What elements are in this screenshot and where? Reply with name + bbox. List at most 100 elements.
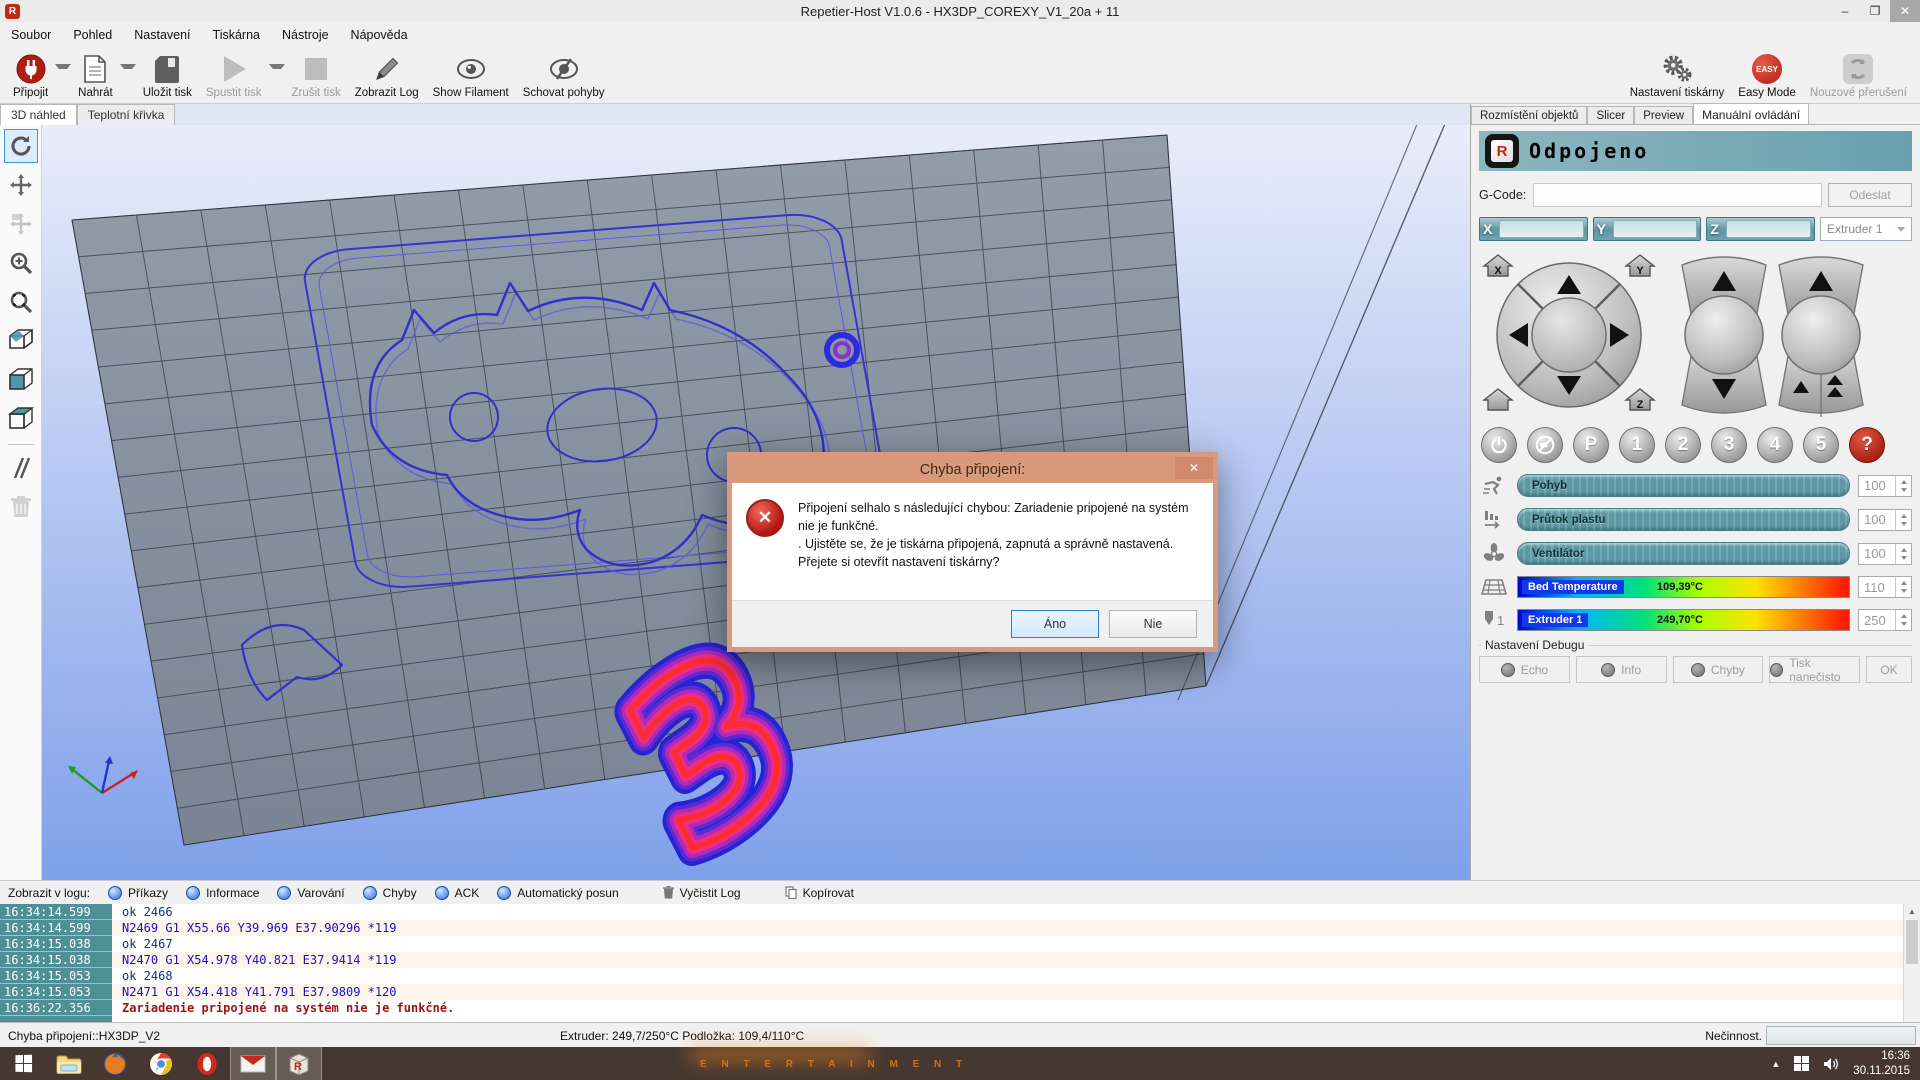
isometric-view-button[interactable] xyxy=(4,324,38,358)
load-button[interactable]: Nahrát xyxy=(71,47,120,103)
move-object-button[interactable] xyxy=(4,207,38,241)
filter-errors[interactable]: Chyby xyxy=(363,886,417,900)
connect-dropdown-caret[interactable] xyxy=(55,64,71,69)
clear-log-button[interactable]: Vyčistit Log xyxy=(663,886,741,900)
flow-slider[interactable]: Průtok plastu xyxy=(1517,508,1850,531)
scroll-up-icon[interactable]: ▲ xyxy=(1904,904,1920,919)
home-z-button[interactable]: Z xyxy=(1626,389,1654,411)
printer-settings-button[interactable]: Nastavení tiskárny xyxy=(1623,47,1732,103)
home-all-button[interactable] xyxy=(1484,389,1512,410)
tab-preview[interactable]: Preview xyxy=(1634,106,1693,124)
spin-down-icon[interactable] xyxy=(1901,589,1907,593)
tab-slicer[interactable]: Slicer xyxy=(1587,106,1634,124)
spin-down-icon[interactable] xyxy=(1901,488,1907,492)
filter-information[interactable]: Informace xyxy=(186,886,259,900)
speed-slider[interactable]: Pohyb xyxy=(1517,474,1850,497)
xy-jog-pad[interactable] xyxy=(1497,263,1641,407)
spin-up-icon[interactable] xyxy=(1901,548,1907,552)
debug-info-button[interactable]: Info xyxy=(1576,656,1667,683)
dialog-no-button[interactable]: Nie xyxy=(1109,610,1197,638)
show-filament-button[interactable]: Show Filament xyxy=(426,47,516,103)
y-position-bar[interactable]: Y xyxy=(1593,217,1702,241)
tab-3d-preview[interactable]: 3D náhled xyxy=(0,104,77,125)
power-button[interactable] xyxy=(1481,427,1517,463)
fan-spinner[interactable]: 100 xyxy=(1858,543,1912,565)
z-jog-control[interactable] xyxy=(1682,257,1766,413)
file-explorer-button[interactable] xyxy=(46,1047,92,1080)
maximize-button[interactable]: ❐ xyxy=(1860,0,1890,22)
rotate-view-button[interactable] xyxy=(4,129,38,163)
top-view-button[interactable] xyxy=(4,402,38,436)
menu-napoveda[interactable]: Nápověda xyxy=(340,24,419,46)
scroll-thumb[interactable] xyxy=(1906,920,1918,964)
dialog-yes-button[interactable]: Áno xyxy=(1011,610,1099,638)
spin-up-icon[interactable] xyxy=(1901,581,1907,585)
spin-down-icon[interactable] xyxy=(1901,556,1907,560)
extruder-jog-control[interactable] xyxy=(1779,257,1863,417)
tray-expand-icon[interactable]: ▲ xyxy=(1771,1059,1780,1069)
tab-temperature-curve[interactable]: Teplotní křivka xyxy=(77,104,176,125)
connect-button[interactable]: Připojit xyxy=(6,47,55,103)
repetier-host-taskbar-button[interactable]: R xyxy=(276,1047,322,1080)
filter-commands[interactable]: Příkazy xyxy=(108,886,168,900)
park-button[interactable]: P xyxy=(1573,427,1609,463)
debug-errors-button[interactable]: Chyby xyxy=(1673,656,1764,683)
menu-nastroje[interactable]: Nástroje xyxy=(271,24,340,46)
mail-app-button[interactable] xyxy=(230,1047,276,1080)
show-log-button[interactable]: Zobrazit Log xyxy=(348,47,426,103)
cancel-print-button[interactable]: Zrušit tisk xyxy=(285,47,348,103)
speaker-icon[interactable] xyxy=(1823,1057,1839,1071)
debug-ok-button[interactable]: OK xyxy=(1866,656,1912,683)
spin-up-icon[interactable] xyxy=(1901,614,1907,618)
clock[interactable]: 16:36 30.11.2015 xyxy=(1853,1049,1910,1078)
tab-manual-control[interactable]: Manuální ovládání xyxy=(1693,103,1809,124)
hide-travel-button[interactable]: Schovat pohyby xyxy=(516,47,612,103)
spin-down-icon[interactable] xyxy=(1901,522,1907,526)
preset-1-button[interactable]: 1 xyxy=(1619,427,1655,463)
menu-nastaveni[interactable]: Nastavení xyxy=(123,24,201,46)
delete-object-button[interactable] xyxy=(4,490,38,524)
filter-autoscroll[interactable]: Automatický posun xyxy=(497,886,618,900)
pan-view-button[interactable] xyxy=(4,168,38,202)
log-scrollbar[interactable]: ▲ xyxy=(1903,904,1920,1022)
preset-2-button[interactable]: 2 xyxy=(1665,427,1701,463)
menu-soubor[interactable]: Soubor xyxy=(0,24,62,46)
filter-ack[interactable]: ACK xyxy=(435,886,480,900)
spin-down-icon[interactable] xyxy=(1901,622,1907,626)
fan-slider[interactable]: Ventilátor xyxy=(1517,542,1850,565)
extruder-temperature-bar[interactable]: Extruder 1 249,70°C xyxy=(1517,609,1850,631)
extruder-select[interactable]: Extruder 1 xyxy=(1820,217,1912,241)
save-print-button[interactable]: Uložit tisk xyxy=(136,47,199,103)
log-area[interactable]: 16:34:14.599ok 2466 16:34:14.599N2469 G1… xyxy=(0,904,1920,1022)
opera-button[interactable] xyxy=(184,1047,230,1080)
easy-mode-button[interactable]: EASY Easy Mode xyxy=(1731,47,1803,103)
dialog-close-button[interactable]: ✕ xyxy=(1175,457,1213,479)
spin-up-icon[interactable] xyxy=(1901,480,1907,484)
spin-up-icon[interactable] xyxy=(1901,514,1907,518)
dialog-title-bar[interactable]: Chyba připojení: ✕ xyxy=(732,457,1213,483)
help-button[interactable]: ? xyxy=(1849,427,1885,463)
z-position-bar[interactable]: Z xyxy=(1706,217,1815,241)
preset-3-button[interactable]: 3 xyxy=(1711,427,1747,463)
menu-tiskarna[interactable]: Tiskárna xyxy=(202,24,271,46)
debug-echo-button[interactable]: Echo xyxy=(1479,656,1570,683)
filter-warnings[interactable]: Varování xyxy=(277,886,344,900)
extruder-temperature-spinner[interactable]: 250 xyxy=(1858,609,1912,631)
motors-off-button[interactable] xyxy=(1527,427,1563,463)
firefox-button[interactable] xyxy=(92,1047,138,1080)
preset-4-button[interactable]: 4 xyxy=(1757,427,1793,463)
zoom-in-button[interactable] xyxy=(4,246,38,280)
flow-spinner[interactable]: 100 xyxy=(1858,509,1912,531)
parallel-projection-button[interactable] xyxy=(4,451,38,485)
load-dropdown-caret[interactable] xyxy=(120,64,136,69)
bed-temperature-spinner[interactable]: 110 xyxy=(1858,576,1912,598)
chrome-button[interactable] xyxy=(138,1047,184,1080)
gcode-input[interactable] xyxy=(1533,183,1822,207)
front-view-button[interactable] xyxy=(4,363,38,397)
home-x-button[interactable]: X xyxy=(1484,255,1512,277)
preset-5-button[interactable]: 5 xyxy=(1803,427,1839,463)
start-button[interactable] xyxy=(0,1047,46,1080)
fit-view-button[interactable] xyxy=(4,285,38,319)
home-y-button[interactable]: Y xyxy=(1626,255,1654,277)
send-gcode-button[interactable]: Odeslat xyxy=(1828,183,1912,207)
